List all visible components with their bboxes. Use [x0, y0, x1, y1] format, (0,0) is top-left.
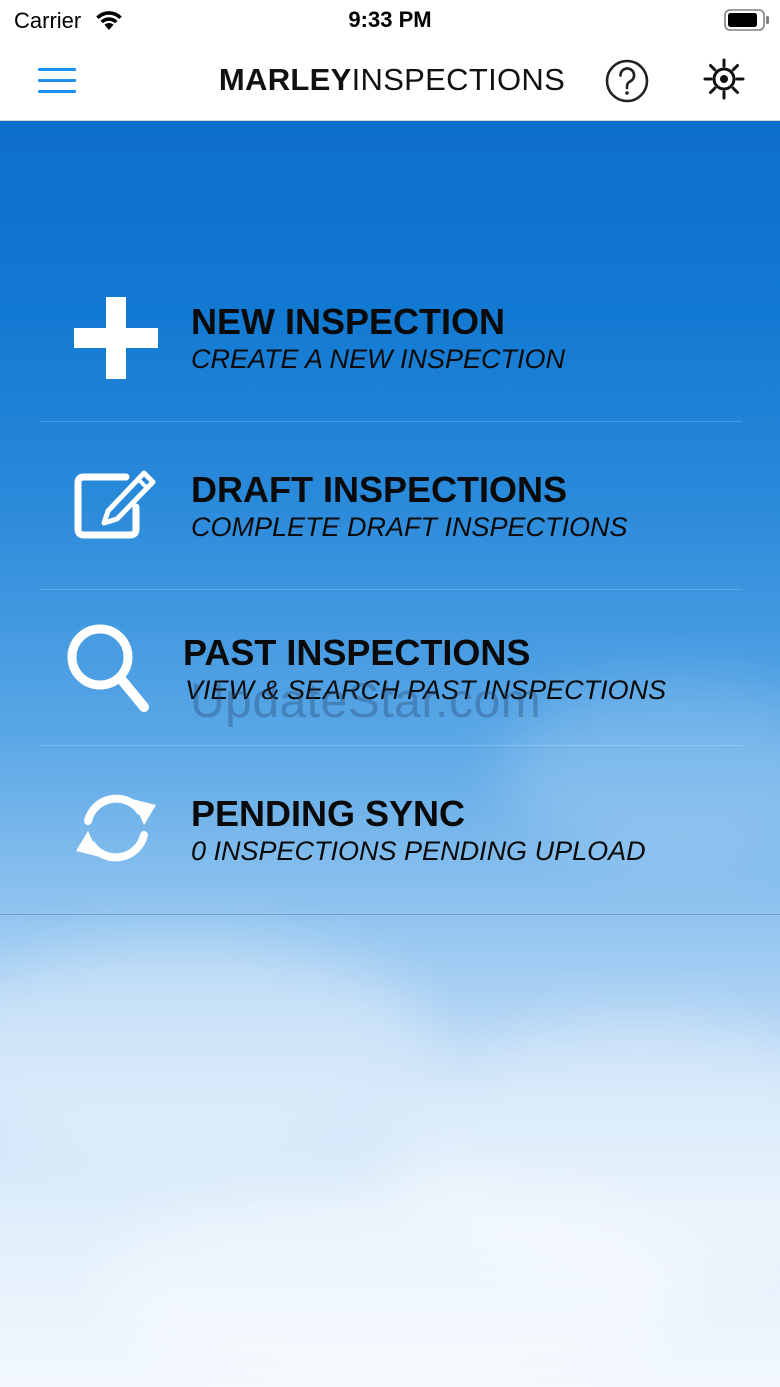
brand-light: INSPECTIONS	[351, 62, 566, 97]
menu-item-title: PAST INSPECTIONS	[183, 632, 531, 673]
search-icon	[67, 624, 149, 712]
menu-item-subtitle: 0 INSPECTIONS PENDING UPLOAD	[191, 836, 646, 866]
nav-bar: MARLEYINSPECTIONS	[0, 44, 780, 121]
menu-item-title: PENDING SYNC	[191, 793, 466, 834]
help-circle-icon[interactable]	[604, 58, 650, 104]
main-panel: NEW INSPECTION CREATE A NEW INSPECTION D…	[0, 121, 780, 1387]
brand-bold: MARLEY	[218, 62, 352, 97]
status-time: 9:33 PM	[348, 7, 432, 32]
app-title: MARLEYINSPECTIONS	[0, 62, 780, 98]
status-bar: Carrier 9:33 PM	[0, 0, 780, 44]
sync-icon	[76, 794, 156, 862]
battery-icon	[724, 9, 769, 31]
watermark-text: UpdateStar.com	[190, 675, 542, 728]
menu-item-subtitle: CREATE A NEW INSPECTION	[191, 344, 566, 374]
menu-item-subtitle: COMPLETE DRAFT INSPECTIONS	[191, 512, 628, 542]
menu-item-draft-inspections[interactable]: DRAFT INSPECTIONS COMPLETE DRAFT INSPECT…	[0, 421, 780, 590]
gear-icon[interactable]	[703, 58, 745, 100]
menu-item-pending-sync[interactable]: PENDING SYNC 0 INSPECTIONS PENDING UPLOA…	[0, 745, 780, 914]
menu-item-title: NEW INSPECTION	[191, 301, 506, 342]
menu-item-new-inspection[interactable]: NEW INSPECTION CREATE A NEW INSPECTION	[0, 281, 780, 422]
edit-icon	[74, 470, 156, 539]
section-divider	[0, 914, 780, 915]
menu-item-title: DRAFT INSPECTIONS	[191, 469, 568, 510]
plus-icon	[74, 297, 158, 379]
